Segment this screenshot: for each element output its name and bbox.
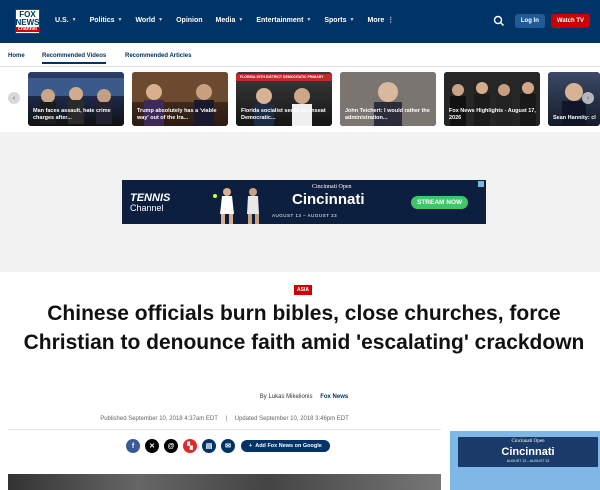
chevron-down-icon: ▼ xyxy=(306,17,312,23)
sidebar-ad-label: Cincinnati Open xyxy=(511,439,545,444)
email-icon[interactable]: ✉ xyxy=(221,439,235,453)
chevron-down-icon: ▼ xyxy=(158,17,164,23)
nav-item-more[interactable]: More ⋮ xyxy=(367,16,395,25)
top-navigation: FOX NEWS channel U.S. ▼ Politics ▼ World ▼ … xyxy=(0,0,600,43)
sidebar-ad-panel: Cincinnati Open Cincinnati AUGUST 13 – A… xyxy=(458,437,598,467)
nav-item-media[interactable]: Media ▼ xyxy=(216,16,244,24)
nav-item-world[interactable]: World ▼ xyxy=(135,16,163,24)
logo-text-channel: channel xyxy=(16,27,39,32)
search-icon[interactable] xyxy=(493,15,505,27)
video-card-caption: Fox News Highlights - August 17, 2026 xyxy=(449,108,536,121)
ad-event-name: Cincinnati xyxy=(292,191,365,208)
stream-now-button[interactable]: STREAM NOW xyxy=(411,196,469,209)
nav-item-label: U.S. xyxy=(55,16,69,24)
nav-item-label: World xyxy=(135,16,156,24)
video-card[interactable]: Fox News Highlights - August 17, 2026 xyxy=(444,72,540,126)
google-button-label: Add Fox News on Google xyxy=(255,443,322,449)
video-card[interactable]: FLORIDA 25TH DISTRICT DEMOCRATIC PRIMARY… xyxy=(236,72,332,126)
chevron-down-icon: ▼ xyxy=(238,17,244,23)
video-carousel: ‹ Man faces assault, hate crime charges … xyxy=(0,67,600,129)
nav-item-label: Politics xyxy=(89,16,115,24)
ad-event-label: Cincinnati Open xyxy=(312,184,352,190)
threads-icon[interactable]: @ xyxy=(164,439,178,453)
video-card-banner: FLORIDA 25TH DISTRICT DEMOCRATIC PRIMARY xyxy=(240,75,324,79)
nav-item-us[interactable]: U.S. ▼ xyxy=(55,16,77,24)
video-card-caption: Trump absolutely has a 'viable way' out … xyxy=(137,108,217,121)
main-menu: U.S. ▼ Politics ▼ World ▼ Opinion Media ▼ En… xyxy=(55,16,407,25)
tab-home[interactable]: Home xyxy=(8,53,25,59)
nav-item-label: Sports xyxy=(324,16,347,24)
sidebar-ad-title: Cincinnati xyxy=(501,446,555,458)
tab-recommended-videos[interactable]: Recommended Videos xyxy=(42,53,107,64)
tab-recommended-articles[interactable]: Recommended Articles xyxy=(125,53,191,59)
sidebar-ad[interactable]: Cincinnati Open Cincinnati AUGUST 13 – A… xyxy=(450,431,600,490)
published-date: Published September 10, 2018 4:37am EDT xyxy=(100,416,218,422)
watch-tv-button[interactable]: Watch TV xyxy=(550,14,590,28)
byline: By Lukas Mikelionis Fox News xyxy=(0,394,600,400)
ad-choices-icon[interactable] xyxy=(478,181,484,187)
video-card-caption: Man faces assault, hate crime charges af… xyxy=(33,108,111,121)
chevron-down-icon: ▼ xyxy=(117,17,123,23)
chevron-down-icon: ▼ xyxy=(71,17,77,23)
nav-item-politics[interactable]: Politics ▼ xyxy=(90,16,123,24)
plus-icon: + xyxy=(249,443,253,449)
video-card-caption: John Teichert: I would rather the admini… xyxy=(345,108,430,121)
nav-item-opinion[interactable]: Opinion xyxy=(176,16,202,24)
chevron-right-icon[interactable]: › xyxy=(582,92,594,104)
x-icon[interactable]: ✕ xyxy=(145,439,159,453)
video-card-caption: Sean Hannity: clear – modera... xyxy=(553,115,596,121)
nav-item-label: Opinion xyxy=(176,16,203,24)
video-card[interactable]: Trump absolutely has a 'viable way' out … xyxy=(132,72,228,126)
nav-item-label: More xyxy=(367,16,385,24)
author-link[interactable]: Lukas Mikelionis xyxy=(268,394,312,400)
fox-news-logo[interactable]: FOX NEWS channel xyxy=(15,9,40,34)
category-badge[interactable]: ASIA xyxy=(294,285,312,295)
nav-item-sports[interactable]: Sports ▼ xyxy=(324,16,354,24)
article-image xyxy=(8,474,441,490)
nav-item-entertainment[interactable]: Entertainment ▼ xyxy=(256,16,311,24)
add-fox-news-on-google-button[interactable]: + Add Fox News on Google xyxy=(241,440,330,452)
chevron-down-icon: ▼ xyxy=(349,17,355,23)
login-button[interactable]: Log In xyxy=(514,14,545,28)
sidebar-ad-dates: AUGUST 13 – AUGUST 23 xyxy=(506,459,550,463)
more-dots-icon: ⋮ xyxy=(387,17,395,24)
tennis-channel-ad[interactable]: TENNIS Channel Cincinnati Open Cincinnat… xyxy=(122,180,486,224)
byline-prefix: By xyxy=(259,394,267,400)
chevron-left-icon[interactable]: ‹ xyxy=(8,92,20,104)
article-headline: Chinese officials burn bibles, close chu… xyxy=(23,302,585,354)
date-separator: | xyxy=(225,416,228,422)
publication-link[interactable]: Fox News xyxy=(320,394,348,400)
tennis-players-image xyxy=(213,188,259,224)
ad-event-dates: AUGUST 13 – AUGUST 23 xyxy=(272,213,338,218)
video-card[interactable]: John Teichert: I would rather the admini… xyxy=(340,72,436,126)
video-card[interactable]: Man faces assault, hate crime charges af… xyxy=(28,72,124,126)
flipboard-icon[interactable]: ▚ xyxy=(183,439,197,453)
article-dates: Published September 10, 2018 4:37am EDT … xyxy=(8,412,441,430)
ad-brand: TENNIS Channel xyxy=(130,193,170,214)
nav-actions: Log In Watch TV xyxy=(493,14,590,28)
ad-band: TENNIS Channel Cincinnati Open Cincinnat… xyxy=(0,132,600,272)
nav-item-label: Media xyxy=(215,16,236,24)
ad-brand-line2: Channel xyxy=(130,203,164,213)
updated-date: Updated September 10, 2018 3:46pm EDT xyxy=(234,416,349,422)
nav-item-label: Entertainment xyxy=(256,16,304,24)
facebook-icon[interactable]: f xyxy=(126,439,140,453)
share-bar: f ✕ @ ▚ ▤ ✉ + Add Fox News on Google xyxy=(126,439,330,453)
video-card-caption: Florida socialist seeks to unseat Democr… xyxy=(241,108,326,121)
print-icon[interactable]: ▤ xyxy=(202,439,216,453)
video-subnav: Home Recommended Videos Recommended Arti… xyxy=(0,43,600,67)
